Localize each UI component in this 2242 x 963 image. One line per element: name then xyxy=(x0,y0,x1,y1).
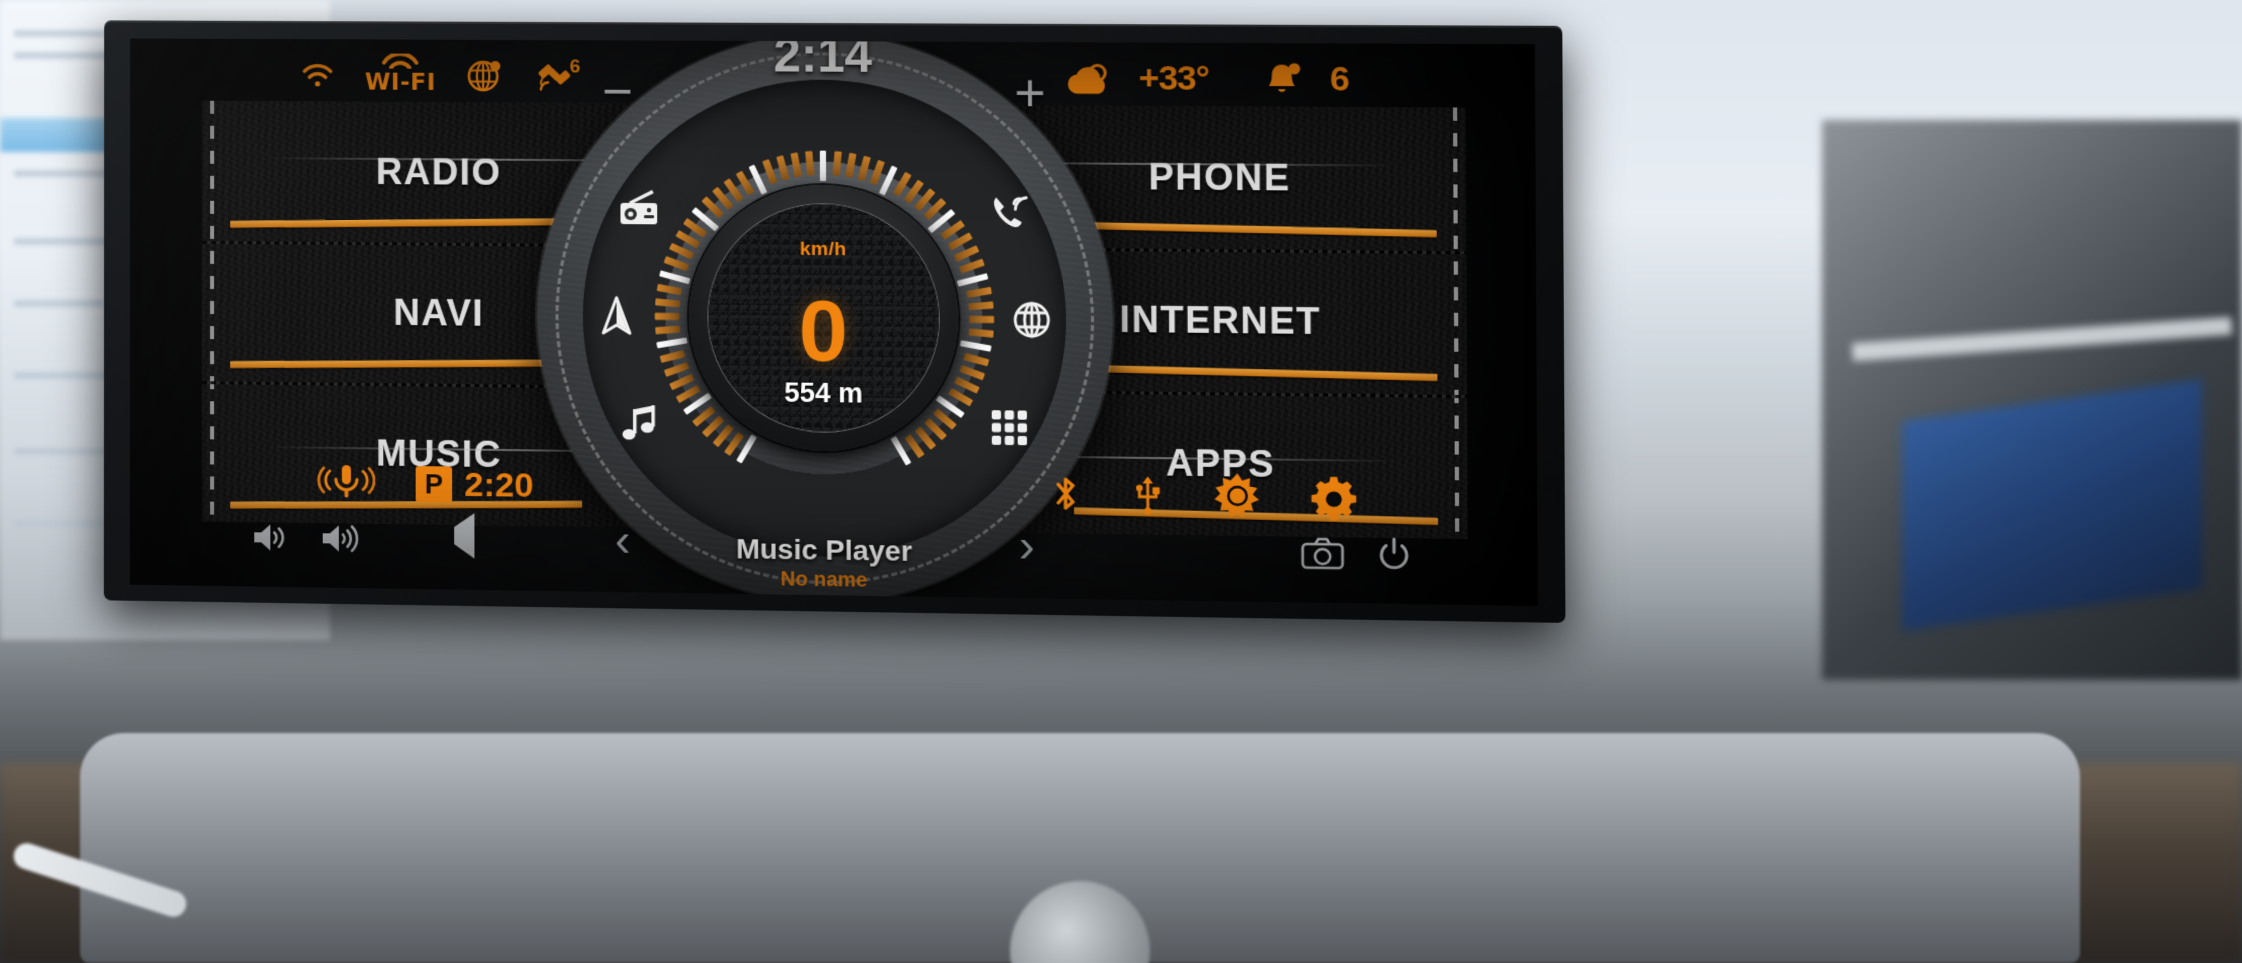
globe-icon[interactable] xyxy=(993,282,1070,358)
bell-icon[interactable] xyxy=(1263,60,1303,99)
screen-surface[interactable]: WI-FI 6 +33° 6 RADIO NAVI MUSIC PHONE IN… xyxy=(129,38,1538,607)
head-unit-display: WI-FI 6 +33° 6 RADIO NAVI MUSIC PHONE IN… xyxy=(103,20,1566,623)
gauge-tick-major xyxy=(656,337,688,349)
gauge-tick-minor xyxy=(968,315,994,324)
power-icon[interactable] xyxy=(1375,536,1413,574)
gauge-tick-minor xyxy=(869,159,885,186)
gauge-tick-minor xyxy=(967,328,994,338)
gauge-tick-minor xyxy=(804,150,814,176)
gauge-tick-minor xyxy=(965,286,992,298)
bottom-left-controls: P 2:20 xyxy=(317,461,534,508)
volume-down-icon[interactable] xyxy=(250,520,290,555)
temperature-value: +33° xyxy=(1138,58,1209,98)
gauge-tick-minor xyxy=(775,155,790,181)
satellite-icon[interactable]: 6 xyxy=(535,56,580,94)
gauge-tick-minor xyxy=(654,312,679,321)
background-laptop-body xyxy=(80,733,2080,963)
microphone-voice-icon[interactable] xyxy=(317,461,376,506)
gauge-tick-minor xyxy=(962,352,989,367)
volume-up-icon[interactable] xyxy=(319,521,365,556)
background-blue-device xyxy=(1902,378,2202,632)
parking-timer[interactable]: P 2:20 xyxy=(415,465,534,506)
camera-icon[interactable] xyxy=(1299,536,1345,572)
park-time: 2:20 xyxy=(464,465,534,505)
bottom-right-controls xyxy=(1049,470,1358,522)
wifi-signal-icon[interactable] xyxy=(300,60,334,88)
notification-count: 6 xyxy=(1329,59,1350,99)
gauge-tick-minor xyxy=(953,245,979,262)
status-left-group: WI-FI 6 xyxy=(300,53,580,97)
gauge-tick-minor xyxy=(659,350,685,363)
park-badge: P xyxy=(415,466,453,503)
gauge-tick-major xyxy=(956,273,989,287)
speed-unit-label: km/h xyxy=(799,238,847,261)
trip-distance-value: 554 m xyxy=(784,377,863,409)
globe-icon[interactable] xyxy=(466,56,505,94)
gauge-tick-minor xyxy=(663,256,689,272)
gauge-tick-minor xyxy=(654,325,680,335)
gauge-tick-major xyxy=(659,270,691,285)
speed-value: 0 xyxy=(798,282,849,381)
gauge-tick-minor xyxy=(958,364,985,381)
gauge-tick-minor xyxy=(832,151,842,176)
infotainment-ui: WI-FI 6 +33° 6 RADIO NAVI MUSIC PHONE IN… xyxy=(129,38,1538,607)
gauge-tick-minor xyxy=(857,155,871,182)
wifi-label: WI-FI xyxy=(364,69,436,96)
back-triangle-icon[interactable] xyxy=(454,512,475,559)
gauge-tick-minor xyxy=(663,362,689,377)
gauge-tick-minor xyxy=(654,298,680,308)
gauge-tick-minor xyxy=(958,258,985,274)
status-bar: WI-FI 6 +33° 6 xyxy=(130,38,1535,126)
usb-icon[interactable] xyxy=(1130,472,1166,517)
gauge-tick-minor xyxy=(656,283,682,296)
hardware-extras-group xyxy=(1299,535,1413,574)
gauge-tick-major xyxy=(819,150,827,182)
hardware-volume-group xyxy=(250,520,365,556)
gauge-tick-minor xyxy=(761,159,777,185)
gauge-tick-minor xyxy=(668,242,694,260)
cloud-icon[interactable] xyxy=(1066,61,1112,96)
bluetooth-icon[interactable] xyxy=(1049,472,1082,515)
gauge-face: km/h 0 554 m xyxy=(707,202,941,435)
navigation-arrow-icon[interactable] xyxy=(579,278,655,353)
background-laptop-logo xyxy=(1010,881,1150,963)
gauge-tick-major xyxy=(959,340,992,352)
speedometer-gauge: km/h 0 554 m xyxy=(654,150,994,488)
status-right-group: +33° 6 xyxy=(1066,59,1350,100)
brightness-sun-icon[interactable] xyxy=(1213,472,1261,520)
gauge-tick-minor xyxy=(844,152,856,178)
gauge-tick-minor xyxy=(967,301,994,311)
menu-label-navi: NAVI xyxy=(393,291,485,334)
gauge-tick-minor xyxy=(789,152,802,178)
wifi-text-icon[interactable]: WI-FI xyxy=(365,53,436,96)
satellite-count: 6 xyxy=(569,56,581,78)
settings-gear-icon[interactable] xyxy=(1310,473,1358,522)
